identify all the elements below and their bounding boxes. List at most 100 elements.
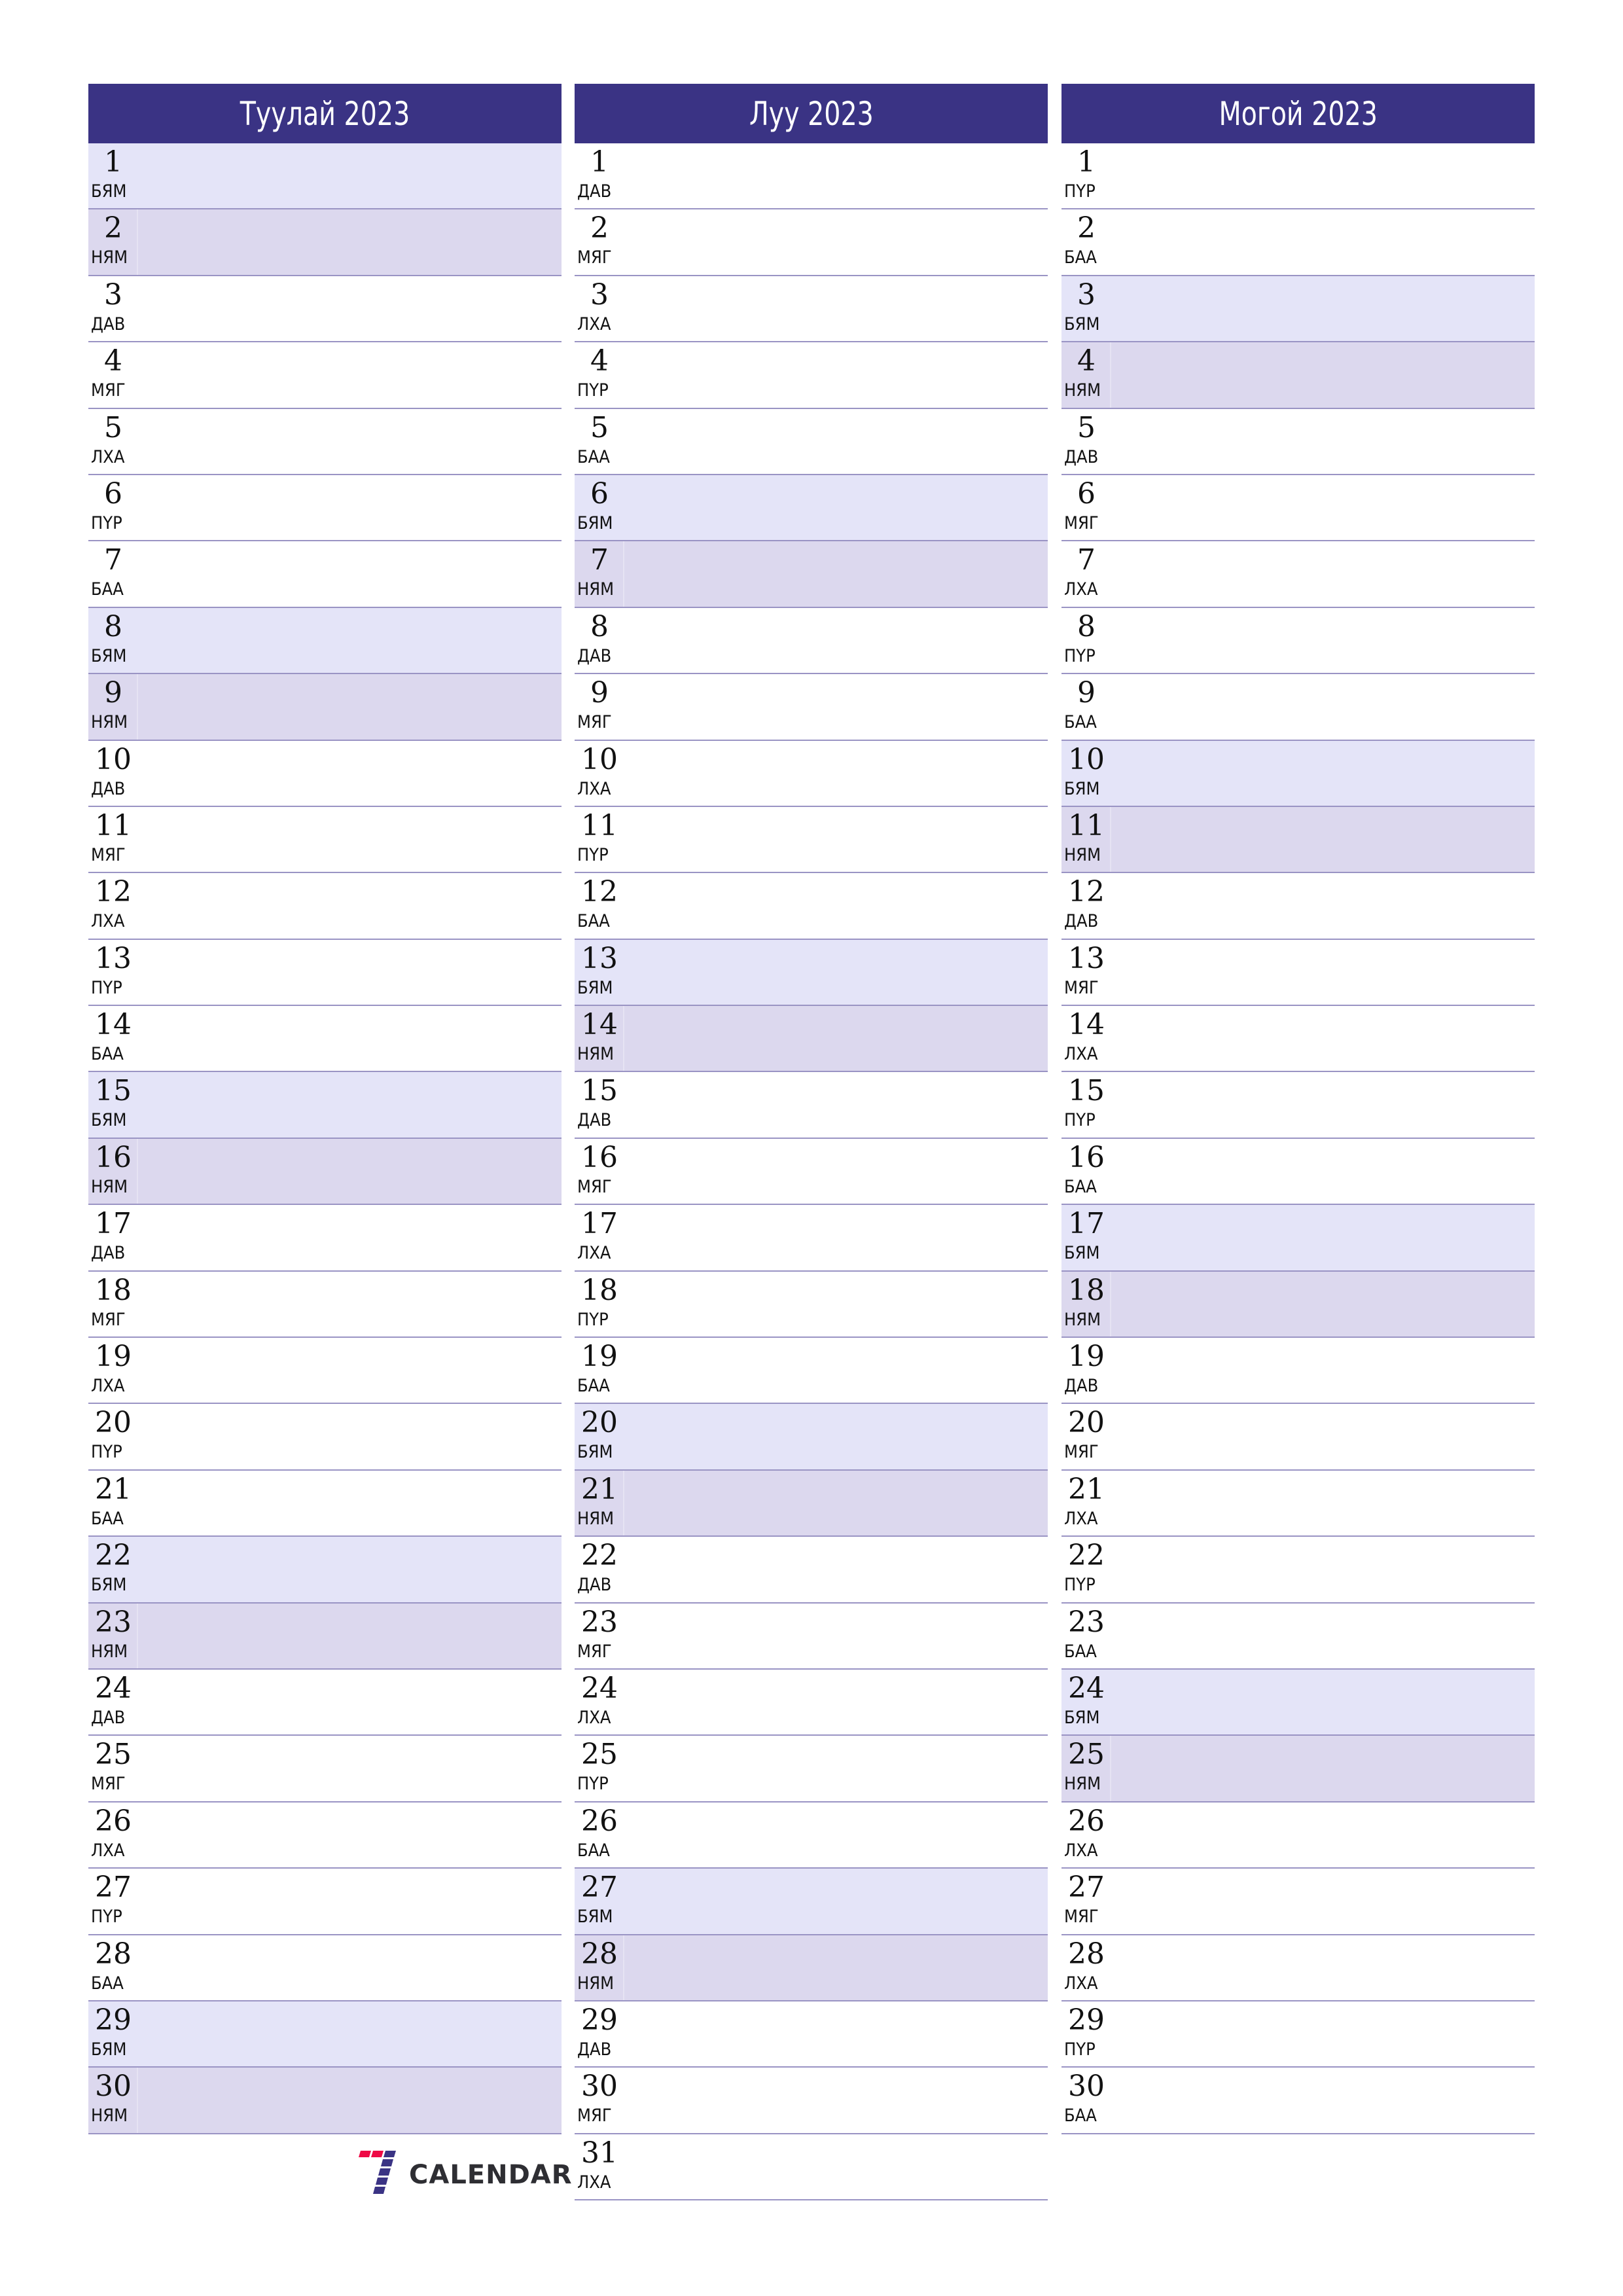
day-row: 15 БЯМ <box>88 1072 562 1139</box>
weekday-label: ЛХА <box>577 2172 611 2193</box>
day-number: 18 <box>95 1273 132 1307</box>
day-row: 2 БАА <box>1061 209 1535 276</box>
weekday-label: ЛХА <box>577 1243 611 1264</box>
day-row: 16 БАА <box>1061 1138 1535 1206</box>
day-number: 15 <box>95 1074 132 1108</box>
day-number: 12 <box>1068 875 1105 909</box>
day-row: 27 БЯМ <box>575 1869 1048 1935</box>
day-row: 11 МЯГ <box>88 806 562 874</box>
day-number: 21 <box>581 1472 618 1506</box>
weekday-label: ПҮР <box>1064 645 1096 666</box>
weekday-label: ДАВ <box>1064 446 1099 467</box>
day-row: 9 НЯМ <box>88 674 562 741</box>
day-row: 21 БАА <box>88 1470 562 1537</box>
weekday-label: БЯМ <box>91 1575 127 1596</box>
day-row: 25 НЯМ <box>1061 1736 1535 1803</box>
day-row: 3 ЛХА <box>575 276 1048 343</box>
day-row: 4 ПҮР <box>575 342 1048 409</box>
weekday-label: БАА <box>1064 1176 1097 1197</box>
weekday-label: ПҮР <box>1064 1575 1096 1596</box>
day-row: 3 БЯМ <box>1061 276 1535 343</box>
day-number: 11 <box>581 808 618 842</box>
weekday-label: НЯМ <box>1064 1309 1101 1330</box>
day-number: 29 <box>1068 2003 1105 2037</box>
weekday-label: БАА <box>91 1973 124 1994</box>
weekday-label: ДАВ <box>91 1707 126 1728</box>
day-row: 19 ЛХА <box>88 1338 562 1405</box>
day-number: 13 <box>95 941 132 975</box>
day-row: 24 ДАВ <box>88 1669 562 1736</box>
month-column-mogoi: Могой 2023 1 ПҮР 2 БАА 3 БЯМ 4 НЯМ 5 ДАВ 6 МЯГ 7 ЛХА 8… <box>1061 84 1535 2134</box>
weekday-label: ЛХА <box>1064 1044 1098 1065</box>
weekday-label: БЯМ <box>1064 1707 1100 1728</box>
day-number: 25 <box>95 1738 132 1772</box>
day-row: 17 ЛХА <box>575 1205 1048 1272</box>
weekday-label: МЯГ <box>577 247 612 268</box>
weekday-label: НЯМ <box>1064 1774 1101 1795</box>
day-row: 28 НЯМ <box>575 1935 1048 2001</box>
day-row: 30 БАА <box>1061 2068 1535 2134</box>
day-row: 10 ЛХА <box>575 740 1048 807</box>
day-row: 5 БАА <box>575 408 1048 475</box>
weekday-label: БАА <box>577 1840 610 1861</box>
day-row: 8 ДАВ <box>575 607 1048 675</box>
day-number: 10 <box>95 742 132 776</box>
day-number: 20 <box>1068 1406 1105 1440</box>
day-row: 14 БАА <box>88 1006 562 1073</box>
day-number: 17 <box>1068 1207 1105 1241</box>
weekday-label: БЯМ <box>91 181 127 202</box>
day-row: 6 МЯГ <box>1061 475 1535 542</box>
day-row: 1 ДАВ <box>575 143 1048 210</box>
day-number: 12 <box>95 875 132 909</box>
weekday-label: БАА <box>1064 712 1097 733</box>
weekday-label: ДАВ <box>577 1110 612 1131</box>
weekday-label: НЯМ <box>91 1641 128 1662</box>
day-number: 8 <box>1077 609 1096 643</box>
day-row: 11 ПҮР <box>575 806 1048 874</box>
day-number: 5 <box>1077 410 1096 444</box>
day-row: 4 НЯМ <box>1061 342 1535 409</box>
weekday-label: ПҮР <box>577 1774 609 1795</box>
day-number: 11 <box>1068 808 1105 842</box>
weekday-label: НЯМ <box>577 1044 615 1065</box>
day-number: 16 <box>581 1140 618 1174</box>
weekday-label: МЯГ <box>577 1176 612 1197</box>
day-row: 7 НЯМ <box>575 541 1048 608</box>
weekday-label: ДАВ <box>577 645 612 666</box>
day-row: 29 ПҮР <box>1061 2001 1535 2068</box>
weekday-label: ПҮР <box>577 380 609 401</box>
day-number: 6 <box>1077 476 1096 511</box>
day-row: 18 НЯМ <box>1061 1271 1535 1338</box>
day-number: 3 <box>1077 278 1096 312</box>
day-row: 2 МЯГ <box>575 209 1048 276</box>
weekday-label: МЯГ <box>91 1774 126 1795</box>
day-number: 4 <box>590 344 609 378</box>
day-row: 15 ПҮР <box>1061 1072 1535 1139</box>
weekday-label: ДАВ <box>91 778 126 799</box>
weekday-label: БАА <box>1064 1641 1097 1662</box>
day-row: 11 НЯМ <box>1061 806 1535 874</box>
day-row: 10 БЯМ <box>1061 740 1535 807</box>
weekday-label: НЯМ <box>1064 380 1101 401</box>
day-row: 23 МЯГ <box>575 1603 1048 1670</box>
day-number: 25 <box>1068 1738 1105 1772</box>
day-number: 8 <box>104 609 122 643</box>
weekday-label: БАА <box>577 911 610 932</box>
day-row: 12 ЛХА <box>88 873 562 940</box>
day-row: 13 ПҮР <box>88 939 562 1007</box>
weekday-label: БАА <box>1064 2106 1097 2126</box>
weekday-label: НЯМ <box>1064 844 1101 865</box>
day-row: 12 БАА <box>575 873 1048 940</box>
weekday-label: ПҮР <box>577 844 609 865</box>
weekday-label: ПҮР <box>91 977 122 998</box>
weekday-label: ЛХА <box>91 1840 125 1861</box>
day-number: 2 <box>1077 211 1096 245</box>
day-row: 9 МЯГ <box>575 674 1048 741</box>
day-number: 25 <box>581 1738 618 1772</box>
day-row: 26 БАА <box>575 1802 1048 1869</box>
day-number: 30 <box>95 2070 132 2104</box>
day-number: 1 <box>104 145 122 179</box>
weekday-label: ПҮР <box>91 1907 122 1928</box>
day-row: 5 ДАВ <box>1061 408 1535 475</box>
day-number: 23 <box>1068 1605 1105 1639</box>
